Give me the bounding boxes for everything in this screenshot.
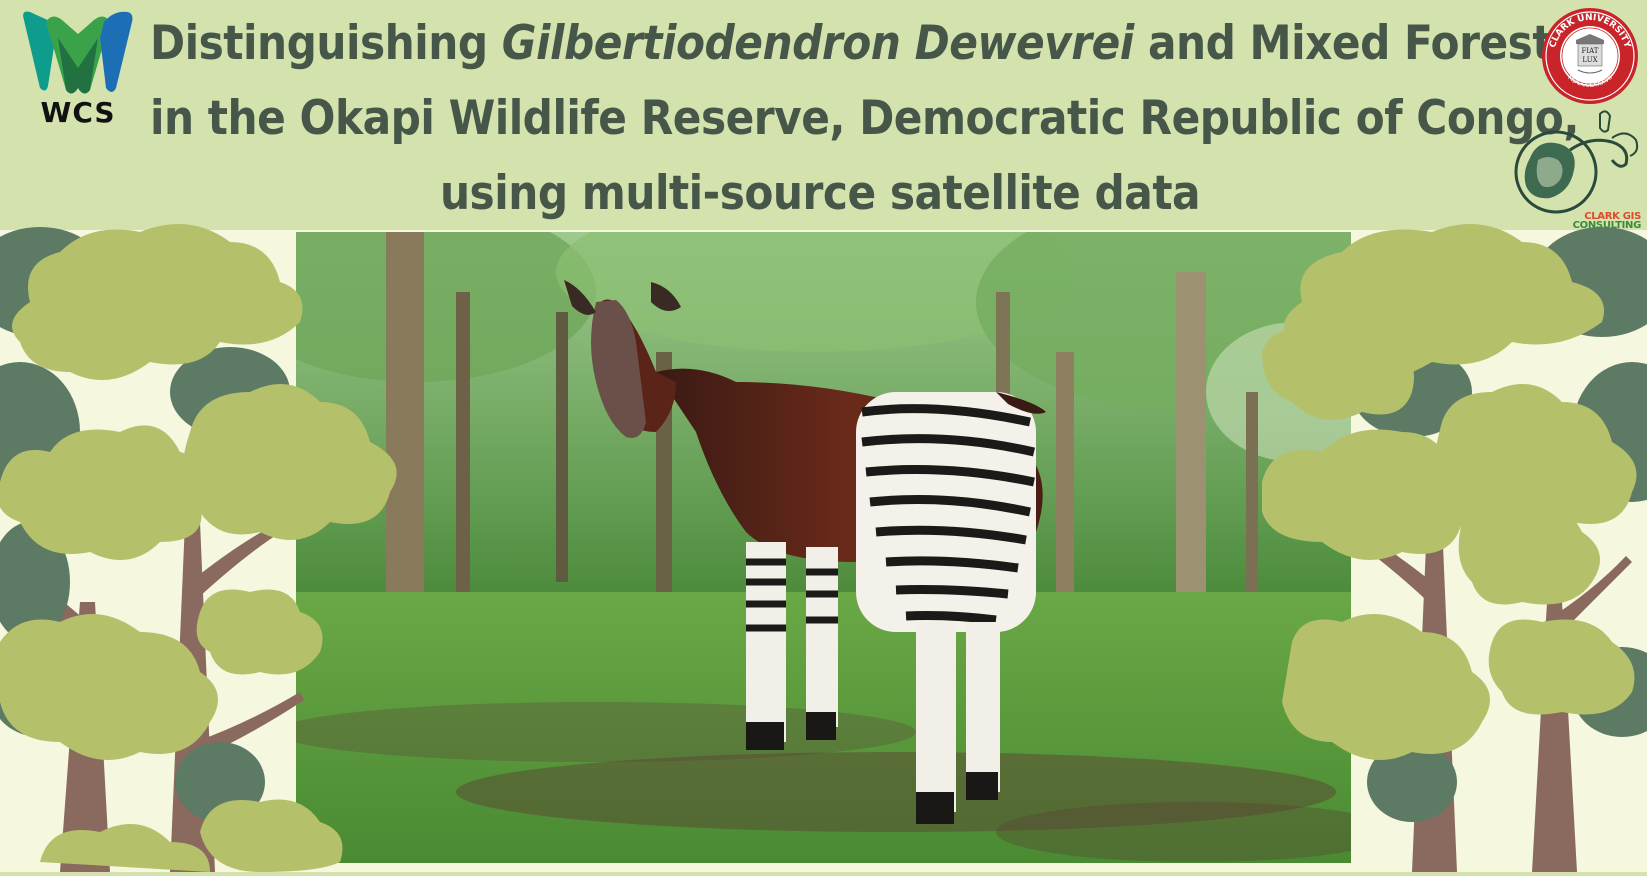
clark-university-seal: CLARK UNIVERSITY MDCCCLXXXVII FIAT LUX	[1540, 6, 1640, 106]
title-line-2: in the Okapi Wildlife Reserve, Democrati…	[150, 91, 1579, 146]
title-line-3: using multi-source satellite data	[439, 166, 1201, 221]
title-line-1: Distinguishing Gilbertiodendron Dewevrei…	[150, 6, 1553, 81]
left-tree-illustration	[0, 222, 450, 872]
okapi-photo	[296, 232, 1351, 863]
right-tree-illustration	[1262, 222, 1647, 872]
lizard-circle-icon	[1514, 110, 1639, 214]
title-line-1-suffix: and Mixed Forest	[1133, 16, 1553, 71]
title-line-1-prefix: Distinguishing	[150, 16, 502, 71]
clark-gis-consulting-logo: CLARK GIS CONSULTING	[1508, 108, 1643, 233]
page-title: Distinguishing Gilbertiodendron Dewevrei…	[150, 6, 1579, 231]
wcs-logo: WCS	[18, 8, 138, 129]
seal-motto-2: LUX	[1582, 56, 1597, 64]
wcs-wordmark: WCS	[40, 96, 116, 129]
title-species-name: Gilbertiodendron Dewevrei	[501, 16, 1134, 71]
seal-motto-1: FIAT	[1582, 47, 1599, 55]
wcs-w-mark-icon	[23, 11, 133, 94]
